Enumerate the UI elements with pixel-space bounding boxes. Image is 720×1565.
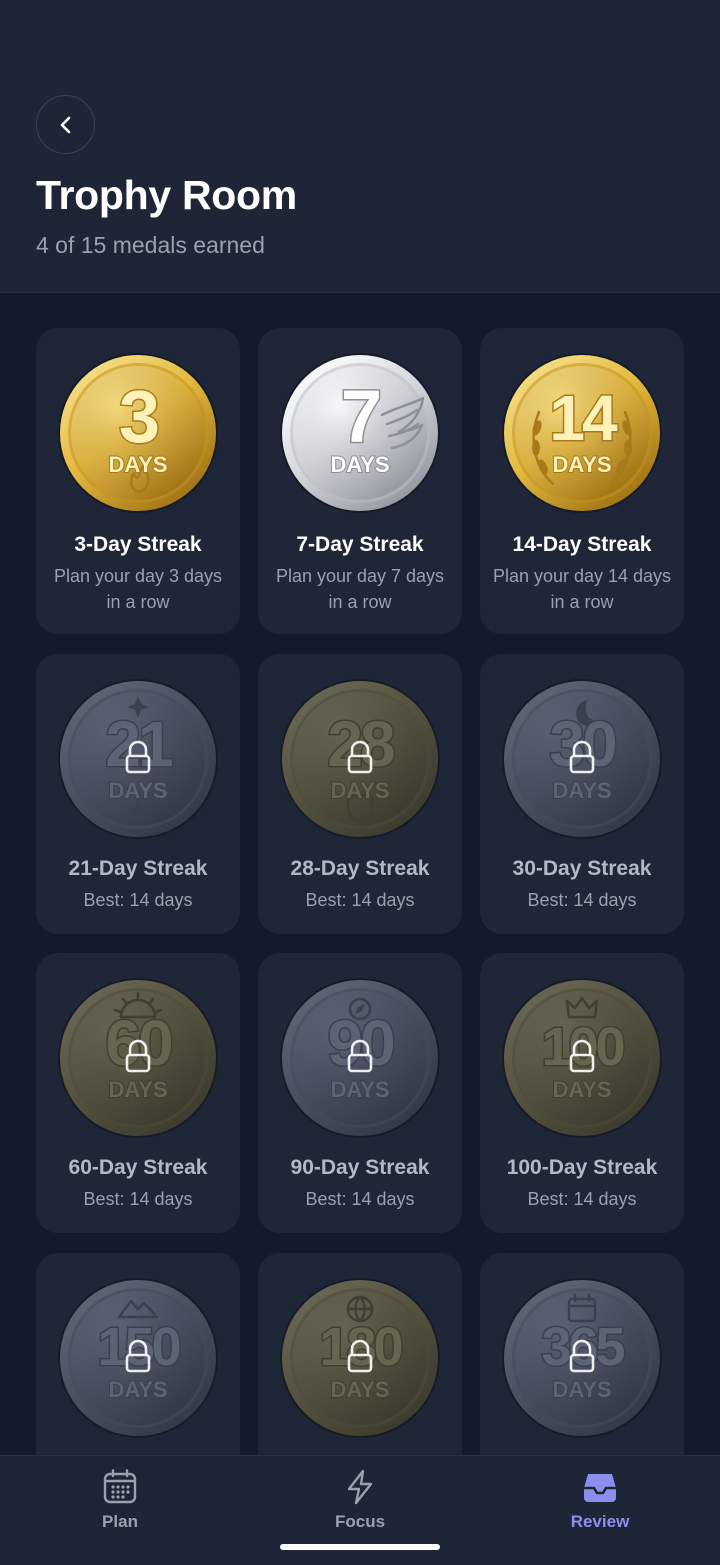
medal-card[interactable]: 14 DAYS 14-Day Streak Plan your day 14 da… (480, 328, 684, 634)
tab-review[interactable]: Review (530, 1468, 670, 1538)
svg-text:DAYS: DAYS (330, 452, 389, 477)
svg-text:DAYS: DAYS (552, 778, 611, 803)
svg-text:3: 3 (119, 375, 158, 458)
medal-badge: 100 DAYS (501, 977, 663, 1139)
tab-plan-label: Plan (102, 1512, 138, 1531)
medal-card[interactable]: 365 DAYS (480, 1253, 684, 1455)
medal-card[interactable]: 3 DAYS 3-Day Streak Plan your day 3 days … (36, 328, 240, 634)
svg-text:100: 100 (541, 1017, 623, 1077)
medal-badge: 150 DAYS (57, 1277, 219, 1439)
medal-badge: 60 DAYS (57, 977, 219, 1139)
medal-description: Best: 14 days (305, 1189, 415, 1209)
medal-title: 100-Day Streak (506, 1156, 658, 1179)
svg-text:21: 21 (105, 708, 172, 780)
svg-text:30: 30 (549, 708, 615, 780)
medal-description: Best: 14 days (83, 1189, 193, 1209)
medal-card[interactable]: 30 DAYS 30-Day Streak Best: 14 days (480, 654, 684, 934)
tab-focus-label: Focus (334, 1512, 386, 1531)
svg-text:60: 60 (105, 1007, 171, 1079)
svg-text:DAYS: DAYS (552, 452, 611, 477)
medal-badge: 7 DAYS (279, 352, 441, 514)
svg-text:DAYS: DAYS (108, 1077, 167, 1102)
medal-title: 60-Day Streak (68, 1156, 208, 1179)
home-indicator (280, 1544, 440, 1550)
medal-title: 30-Day Streak (512, 857, 652, 880)
medal-title: 14-Day Streak (512, 533, 652, 556)
svg-text:DAYS: DAYS (108, 1377, 167, 1402)
tab-plan[interactable]: Plan (50, 1468, 190, 1538)
svg-text:180: 180 (319, 1317, 401, 1377)
medal-badge: 30 DAYS (501, 678, 663, 840)
medal-badge: 3 DAYS (57, 352, 219, 514)
medal-card[interactable]: 28 DAYS 28-Day Streak Best: 14 days (258, 654, 462, 934)
medal-badge: 28 DAYS (279, 678, 441, 840)
medal-title: 21-Day Streak (68, 857, 208, 880)
medal-title: 7-Day Streak (296, 533, 424, 556)
inbox-tray-icon (584, 1474, 616, 1502)
calendar-icon (103, 1469, 137, 1504)
medal-card[interactable]: 90 DAYS 90-Day Streak Best: 14 days (258, 953, 462, 1233)
medal-grid: 3 DAYS 3-Day Streak Plan your day 3 days … (0, 0, 720, 1455)
svg-text:7: 7 (341, 375, 379, 458)
svg-text:DAYS: DAYS (330, 778, 389, 803)
medal-card[interactable]: 7 DAYS 7-Day Streak Plan your day 7 days … (258, 328, 462, 634)
medal-card[interactable]: 60 DAYS 60-Day Streak Best: 14 days (36, 953, 240, 1233)
medal-title: 28-Day Streak (290, 857, 430, 880)
medal-card[interactable]: 180 DAYS (258, 1253, 462, 1455)
tab-review-label: Review (570, 1512, 630, 1531)
medal-card[interactable]: 21 DAYS 21-Day Streak Best: 14 days (36, 654, 240, 934)
medal-description: Plan your day 7 days in a row (275, 566, 445, 612)
svg-text:365: 365 (541, 1317, 624, 1377)
svg-text:DAYS: DAYS (552, 1077, 611, 1102)
medal-description: Plan your day 14 days in a row (492, 566, 672, 612)
medal-title: 3-Day Streak (74, 533, 202, 556)
medal-description: Plan your day 3 days in a row (53, 566, 223, 612)
svg-text:DAYS: DAYS (330, 1377, 389, 1402)
medal-badge: 90 DAYS (279, 977, 441, 1139)
medal-description: Best: 14 days (83, 890, 193, 910)
svg-text:90: 90 (327, 1007, 393, 1079)
svg-text:DAYS: DAYS (108, 778, 167, 803)
svg-text:DAYS: DAYS (108, 452, 167, 477)
svg-text:28: 28 (327, 708, 394, 780)
medal-description: Best: 14 days (527, 890, 637, 910)
medal-badge: 21 DAYS (57, 678, 219, 840)
svg-text:14: 14 (549, 382, 618, 454)
svg-text:DAYS: DAYS (330, 1077, 389, 1102)
tab-focus[interactable]: Focus (290, 1468, 430, 1538)
svg-text:150: 150 (97, 1317, 179, 1377)
medal-card[interactable]: 100 DAYS 100-Day Streak Best: 14 days (480, 953, 684, 1233)
medal-card[interactable]: 150 DAYS (36, 1253, 240, 1455)
medal-description: Best: 14 days (305, 890, 415, 910)
medal-badge: 14 DAYS (501, 352, 663, 514)
medal-badge: 365 DAYS (501, 1277, 663, 1439)
lightning-icon (347, 1469, 373, 1505)
svg-text:DAYS: DAYS (552, 1377, 611, 1402)
medal-description: Best: 14 days (527, 1189, 637, 1209)
medal-title: 90-Day Streak (290, 1156, 430, 1179)
medal-badge: 180 DAYS (279, 1277, 441, 1439)
